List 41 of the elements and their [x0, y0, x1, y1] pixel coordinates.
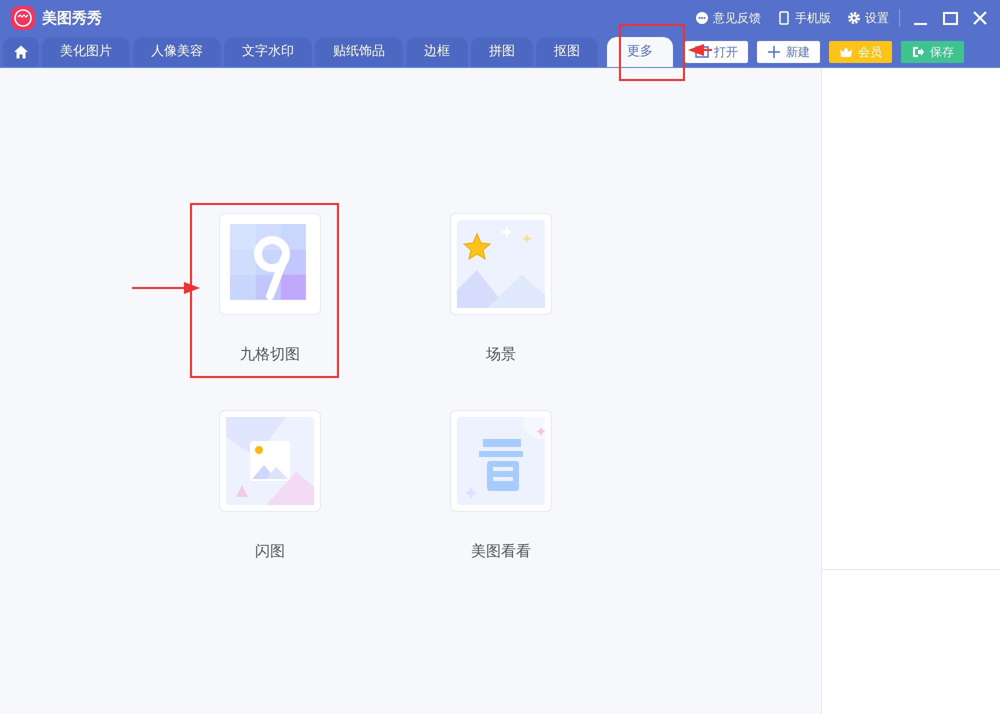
tab[interactable]: 边框 — [406, 37, 468, 67]
folder-icon — [695, 44, 709, 58]
tab[interactable]: 贴纸饰品 — [315, 37, 403, 67]
tool-tile[interactable] — [450, 213, 552, 315]
tool-label: 九格切图 — [240, 344, 300, 365]
minimize-icon — [914, 23, 926, 25]
new-button[interactable]: 新建 — [757, 40, 820, 62]
tool-tile[interactable] — [219, 213, 321, 315]
home-icon — [13, 44, 29, 60]
tab[interactable]: 人像美容 — [133, 37, 221, 67]
phone-icon — [777, 11, 791, 25]
export-icon — [911, 44, 925, 58]
glyph-tile-icon — [457, 416, 545, 504]
header-link[interactable]: 设置 — [847, 9, 889, 27]
chat-bubble-icon — [695, 11, 709, 25]
tool-label: 美图看看 — [471, 540, 531, 562]
plus-icon — [767, 44, 781, 58]
tool-tile[interactable] — [450, 410, 552, 512]
star-landscape-icon — [457, 220, 545, 308]
open-button[interactable]: 打开 — [685, 40, 748, 62]
highlight-frame — [619, 24, 685, 81]
annotation-arrow — [132, 282, 200, 294]
home-tab[interactable] — [3, 37, 39, 67]
app-title: 美图秀秀 — [42, 8, 102, 29]
close-icon — [973, 11, 987, 25]
header-link[interactable]: 意见反馈 — [695, 9, 761, 27]
crown-icon — [839, 44, 853, 58]
header-link[interactable]: 手机版 — [777, 9, 831, 27]
tab[interactable]: 文字水印 — [224, 37, 312, 67]
tab[interactable]: 拼图 — [471, 37, 533, 67]
logo-icon — [10, 5, 36, 31]
photo-icon — [226, 416, 314, 504]
tab[interactable]: 美化图片 — [42, 37, 130, 67]
tool-label: 场景 — [486, 344, 516, 365]
tab[interactable]: 抠图 — [536, 37, 598, 67]
tool-label: 闪图 — [255, 540, 285, 562]
annotation-arrow — [688, 44, 712, 56]
tab[interactable]: 更多 — [607, 37, 673, 67]
maximize-icon — [942, 12, 958, 24]
tool-tile[interactable] — [219, 410, 321, 512]
settings-icon — [847, 11, 861, 25]
